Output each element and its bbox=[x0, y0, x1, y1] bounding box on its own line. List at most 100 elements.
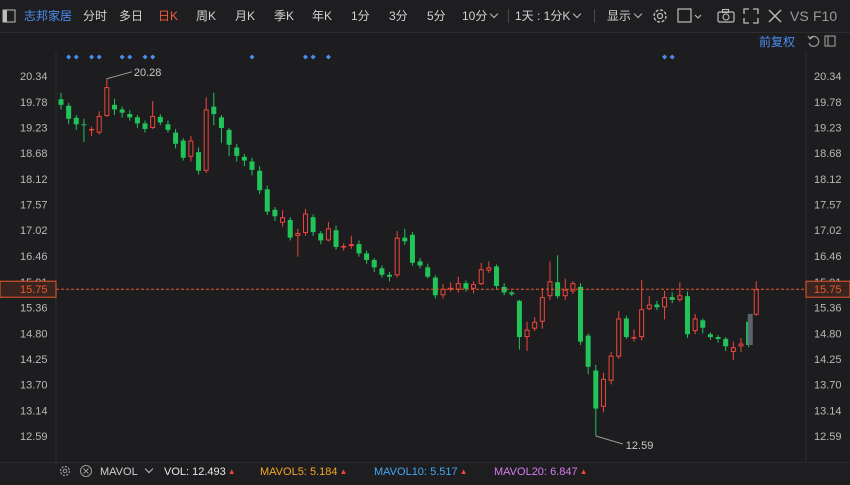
candle bbox=[364, 250, 370, 264]
candle-body bbox=[562, 289, 568, 297]
up-arrow-icon: ▲ bbox=[339, 467, 348, 476]
price-tick-label-right: 18.68 bbox=[814, 148, 842, 160]
candle-body bbox=[264, 189, 270, 212]
candle bbox=[325, 221, 331, 242]
kline-chart[interactable]: 20.34 19.78 19.23 18.68 18.12 17.57 17.02 16.46… bbox=[0, 0, 850, 462]
up-arrow-icon: ▲ bbox=[579, 467, 588, 476]
candle bbox=[463, 280, 469, 292]
candle-body bbox=[203, 109, 209, 171]
candle bbox=[417, 258, 423, 269]
price-tick-label-right: 17.57 bbox=[814, 200, 842, 212]
event-markers bbox=[66, 54, 675, 60]
event-marker-icon bbox=[89, 54, 95, 60]
mavol20-value: 6.847 bbox=[550, 466, 578, 478]
candle-body bbox=[379, 268, 385, 275]
event-marker-icon bbox=[142, 54, 148, 60]
low-leader-line bbox=[595, 435, 623, 445]
candle bbox=[318, 231, 324, 245]
mavol10-label: MAVOL10: bbox=[374, 466, 427, 478]
indicator-settings-icon[interactable] bbox=[58, 464, 72, 483]
candle bbox=[73, 115, 79, 130]
price-tick-label-left: 19.23 bbox=[20, 123, 48, 135]
indicator-close-icon[interactable] bbox=[79, 464, 93, 483]
candle bbox=[379, 265, 385, 278]
candle bbox=[81, 118, 87, 142]
candle bbox=[478, 262, 484, 286]
candle bbox=[448, 282, 454, 292]
candle bbox=[119, 106, 125, 118]
candle-body bbox=[646, 304, 652, 310]
price-tick-label-left: 17.57 bbox=[20, 200, 48, 212]
candle-body bbox=[104, 87, 110, 116]
low-price-label: 12.59 bbox=[626, 440, 654, 452]
mavol20-label: MAVOL20: bbox=[494, 466, 547, 478]
price-axis-left: 20.34 19.78 19.23 18.68 18.12 17.57 17.02 16.46… bbox=[20, 71, 48, 443]
candle-body bbox=[730, 347, 736, 352]
event-marker-icon bbox=[73, 54, 79, 60]
chart-grid bbox=[55, 52, 807, 462]
price-tick-label-left: 13.70 bbox=[20, 379, 48, 391]
candle bbox=[104, 78, 110, 117]
candle bbox=[578, 283, 584, 345]
candle-body bbox=[684, 296, 690, 335]
candle bbox=[89, 126, 95, 136]
price-tick-label-right: 14.80 bbox=[814, 328, 842, 340]
candle-body bbox=[402, 237, 408, 242]
candle-body bbox=[173, 132, 179, 144]
candle bbox=[249, 157, 255, 176]
price-tick-label-right: 15.36 bbox=[814, 302, 842, 314]
candle bbox=[287, 217, 293, 241]
candle-body bbox=[707, 334, 713, 338]
candle bbox=[234, 143, 240, 162]
price-tick-label-left: 14.25 bbox=[20, 354, 48, 366]
price-tick-label-right: 20.34 bbox=[814, 71, 842, 83]
candle-body bbox=[356, 244, 362, 254]
candle-body bbox=[287, 220, 293, 238]
candle bbox=[608, 351, 614, 385]
price-tick-label-right: 18.12 bbox=[814, 174, 842, 186]
event-marker-icon bbox=[150, 54, 156, 60]
candle bbox=[280, 210, 286, 227]
event-marker-icon bbox=[127, 54, 133, 60]
candle bbox=[669, 292, 675, 304]
price-axis-right: 20.34 19.78 19.23 18.68 18.12 17.57 17.02 16.46… bbox=[814, 71, 842, 443]
candle bbox=[211, 92, 217, 126]
candle-body bbox=[119, 109, 125, 113]
event-marker-icon bbox=[310, 54, 316, 60]
event-marker-icon bbox=[249, 54, 255, 60]
candle-body bbox=[516, 300, 522, 338]
candle-body bbox=[639, 309, 645, 338]
candle bbox=[631, 329, 637, 342]
candle-body bbox=[723, 338, 729, 347]
candle-body bbox=[417, 261, 423, 266]
candle bbox=[723, 337, 729, 351]
candle-body bbox=[600, 378, 606, 407]
candle-body bbox=[249, 161, 255, 170]
candle bbox=[532, 317, 538, 332]
candle bbox=[700, 318, 706, 334]
candle-body bbox=[73, 117, 79, 125]
candle-body bbox=[478, 269, 484, 285]
candle bbox=[66, 102, 72, 125]
candle bbox=[127, 110, 133, 121]
candle bbox=[471, 281, 477, 294]
indicator-select[interactable]: MAVOL bbox=[100, 463, 153, 482]
candle-body bbox=[348, 244, 354, 247]
price-tick-label-right: 17.02 bbox=[814, 225, 842, 237]
candle bbox=[188, 135, 194, 162]
candle bbox=[134, 115, 140, 129]
candle-body bbox=[570, 283, 576, 292]
candle bbox=[111, 98, 117, 116]
price-tick-label-right: 13.70 bbox=[814, 379, 842, 391]
candle-body bbox=[81, 124, 87, 126]
candle-body bbox=[715, 337, 721, 339]
candle-body bbox=[738, 343, 744, 347]
candle bbox=[555, 255, 561, 299]
candle bbox=[96, 111, 102, 135]
candle bbox=[623, 315, 629, 339]
ghost-bar bbox=[747, 313, 753, 345]
candle-body bbox=[325, 228, 331, 241]
candle-body bbox=[753, 289, 759, 315]
candle-body bbox=[318, 233, 324, 241]
price-tick-label-left: 15.36 bbox=[20, 302, 48, 314]
